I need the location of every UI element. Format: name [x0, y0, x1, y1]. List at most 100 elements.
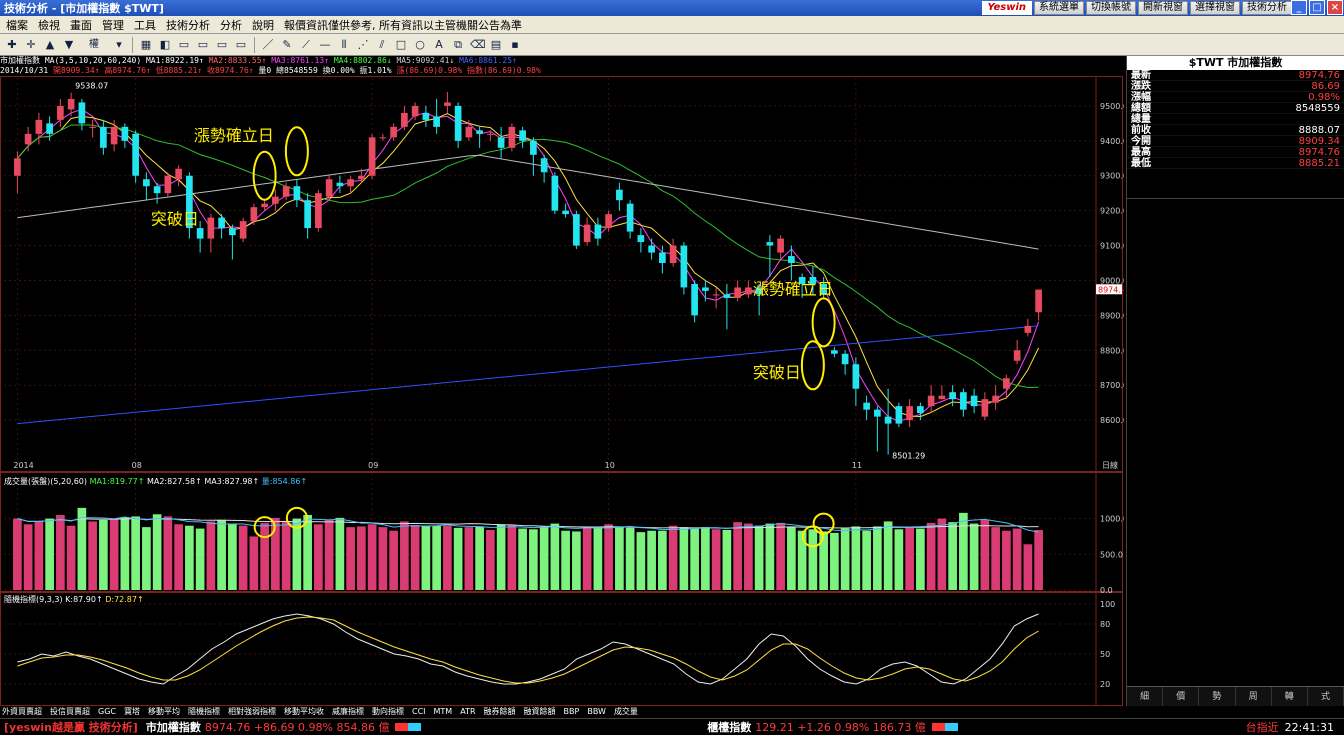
indicator-tab[interactable]: BBW	[587, 706, 606, 718]
volume-bar	[432, 525, 441, 590]
horizontal-line-icon[interactable]: —	[317, 37, 333, 53]
select-window-button[interactable]: 選擇視窗	[1190, 1, 1240, 15]
indicator-tab[interactable]: 外資買賣超	[2, 706, 42, 718]
candle-body	[605, 214, 612, 229]
title-bar: 技術分析 - [市加權指數 $TWT] Yeswin 系統選單 切換帳號 開新視…	[0, 0, 1344, 16]
menu-help[interactable]: 說明	[252, 17, 274, 33]
candle-body	[67, 98, 75, 110]
indicator-tab[interactable]: 移動平均	[148, 706, 180, 718]
indicator-tab[interactable]: 相對強弱指標	[228, 706, 276, 718]
maximize-icon[interactable]: □	[1309, 0, 1325, 15]
indicator-tab[interactable]: GGC	[98, 706, 116, 718]
candle-body	[766, 242, 774, 246]
candle-body	[143, 179, 150, 187]
volume-bar	[163, 516, 173, 590]
indicator-tab[interactable]: 隨機指標	[188, 706, 220, 718]
tab-turnover[interactable]: 轉	[1272, 687, 1308, 706]
menu-analysis[interactable]: 分析	[220, 17, 242, 33]
chevron-down-icon[interactable]: ▾	[111, 37, 127, 53]
window4-icon[interactable]: ▭	[233, 37, 249, 53]
grid-icon[interactable]: ▦	[138, 37, 154, 53]
save-icon[interactable]: ▪	[507, 37, 523, 53]
close-icon[interactable]: ×	[1327, 0, 1343, 15]
vertical-lines-icon[interactable]: ⫴	[336, 37, 352, 53]
status-right-label[interactable]: 台指近	[1240, 719, 1285, 735]
menu-file[interactable]: 檔案	[6, 17, 28, 33]
window1-icon[interactable]: ▭	[176, 37, 192, 53]
tech-analysis-button[interactable]: 技術分析	[1242, 1, 1292, 15]
volume-bar	[66, 525, 76, 590]
candle-body	[831, 350, 838, 354]
indicator-tab[interactable]: 威廉指標	[332, 706, 364, 718]
chart-area[interactable]: 8600.0 8700.0 8800.0 8900.0 9000.0 9100.0 9200…	[0, 76, 1131, 706]
eraser-icon[interactable]: ⌫	[469, 37, 486, 53]
candle-body	[594, 224, 602, 239]
price-tick-label: 9100.0	[1100, 242, 1124, 251]
text-tool-icon[interactable]: A	[431, 37, 447, 53]
chart-svg[interactable]: 8600.0 8700.0 8800.0 8900.0 9000.0 9100.0 9200…	[0, 76, 1131, 706]
ma-readout-7: MA6:8861.25↑	[454, 56, 517, 65]
toolbar: ✚ ✛ ▲ ▼ 權 ▾ ▦ ◧ ▭ ▭ ▭ ▭ ／ ✎ ⟋ — ⫴ ⋰ ⫽ □ …	[0, 34, 1344, 56]
menu-view[interactable]: 檢視	[38, 17, 60, 33]
candle-body	[970, 395, 978, 407]
menu-tools[interactable]: 工具	[134, 17, 156, 33]
ellipse-icon[interactable]: ○	[412, 37, 428, 53]
indicator-tab[interactable]: 動向指標	[372, 706, 404, 718]
indicator-tab[interactable]: 投信買賣超	[50, 706, 90, 718]
candle-body	[487, 133, 494, 135]
copy-icon[interactable]: ⧉	[450, 37, 466, 53]
status-index1-values: 8974.76 +86.69 0.98% 854.86 億	[204, 721, 390, 734]
tab-detail[interactable]: 細	[1127, 687, 1164, 706]
kd-label-0: 隨機指標(9,3,3)	[4, 594, 65, 604]
indicator-tab[interactable]: CCI	[412, 706, 426, 718]
quote-value: 0.98%	[1308, 92, 1340, 103]
volume-bar	[808, 529, 818, 590]
candle-body	[218, 217, 225, 229]
volume-bar	[1023, 544, 1033, 590]
tab-format[interactable]: 式	[1308, 687, 1344, 706]
minimize-icon[interactable]: _	[1291, 0, 1307, 15]
crosshair-icon[interactable]: ✛	[23, 37, 39, 53]
tab-week[interactable]: 周	[1236, 687, 1272, 706]
ma-line-ma60	[17, 154, 1039, 250]
fan-line-icon[interactable]: ⋰	[355, 37, 371, 53]
indicator-tab[interactable]: BBP	[564, 706, 580, 718]
candle-body	[777, 238, 784, 253]
candle-body	[1024, 325, 1032, 333]
palette-icon[interactable]: ▤	[488, 37, 504, 53]
tab-trend[interactable]: 勢	[1199, 687, 1236, 706]
parallel-line-icon[interactable]: ⫽	[374, 37, 390, 53]
candle-body	[723, 294, 731, 298]
system-menu-button[interactable]: 系統選單	[1034, 1, 1084, 15]
menu-disclaimer: 報價資訊僅供參考, 所有資訊以主管機關公告為準	[284, 18, 522, 32]
indicator-tab[interactable]: ATR	[460, 706, 475, 718]
indicator-tab[interactable]: 移動平均收	[284, 706, 324, 718]
menu-tech-analysis[interactable]: 技術分析	[166, 17, 210, 33]
indicator-tab[interactable]: 寶塔	[124, 706, 140, 718]
indicator-tab[interactable]: MTM	[434, 706, 453, 718]
indicator-tab[interactable]: 融資餘額	[524, 706, 556, 718]
quote-value: 8888.07	[1298, 125, 1340, 136]
period-select[interactable]: 權	[80, 37, 108, 53]
candle-body	[637, 235, 645, 243]
draw-line-icon[interactable]: ／	[260, 37, 276, 53]
pencil-icon[interactable]: ✎	[279, 37, 295, 53]
zoom-in-icon[interactable]: ▲	[42, 37, 58, 53]
switch-account-button[interactable]: 切換帳號	[1086, 1, 1136, 15]
color-icon[interactable]: ◧	[157, 37, 173, 53]
tab-price[interactable]: 價	[1163, 687, 1200, 706]
menu-screen[interactable]: 畫面	[70, 17, 92, 33]
indicator-tab[interactable]: 成交量	[614, 706, 638, 718]
volume-bar	[765, 523, 775, 590]
quote-value: 8974.76	[1298, 70, 1340, 81]
volume-bar	[142, 527, 151, 590]
rectangle-icon[interactable]: □	[393, 37, 409, 53]
window2-icon[interactable]: ▭	[195, 37, 211, 53]
pan-icon[interactable]: ✚	[4, 37, 20, 53]
new-window-button[interactable]: 開新視窗	[1138, 1, 1188, 15]
indicator-tab[interactable]: 融券餘額	[484, 706, 516, 718]
trend-line-icon[interactable]: ⟋	[298, 37, 314, 53]
window3-icon[interactable]: ▭	[214, 37, 230, 53]
zoom-out-icon[interactable]: ▼	[61, 37, 77, 53]
menu-manage[interactable]: 管理	[102, 17, 124, 33]
